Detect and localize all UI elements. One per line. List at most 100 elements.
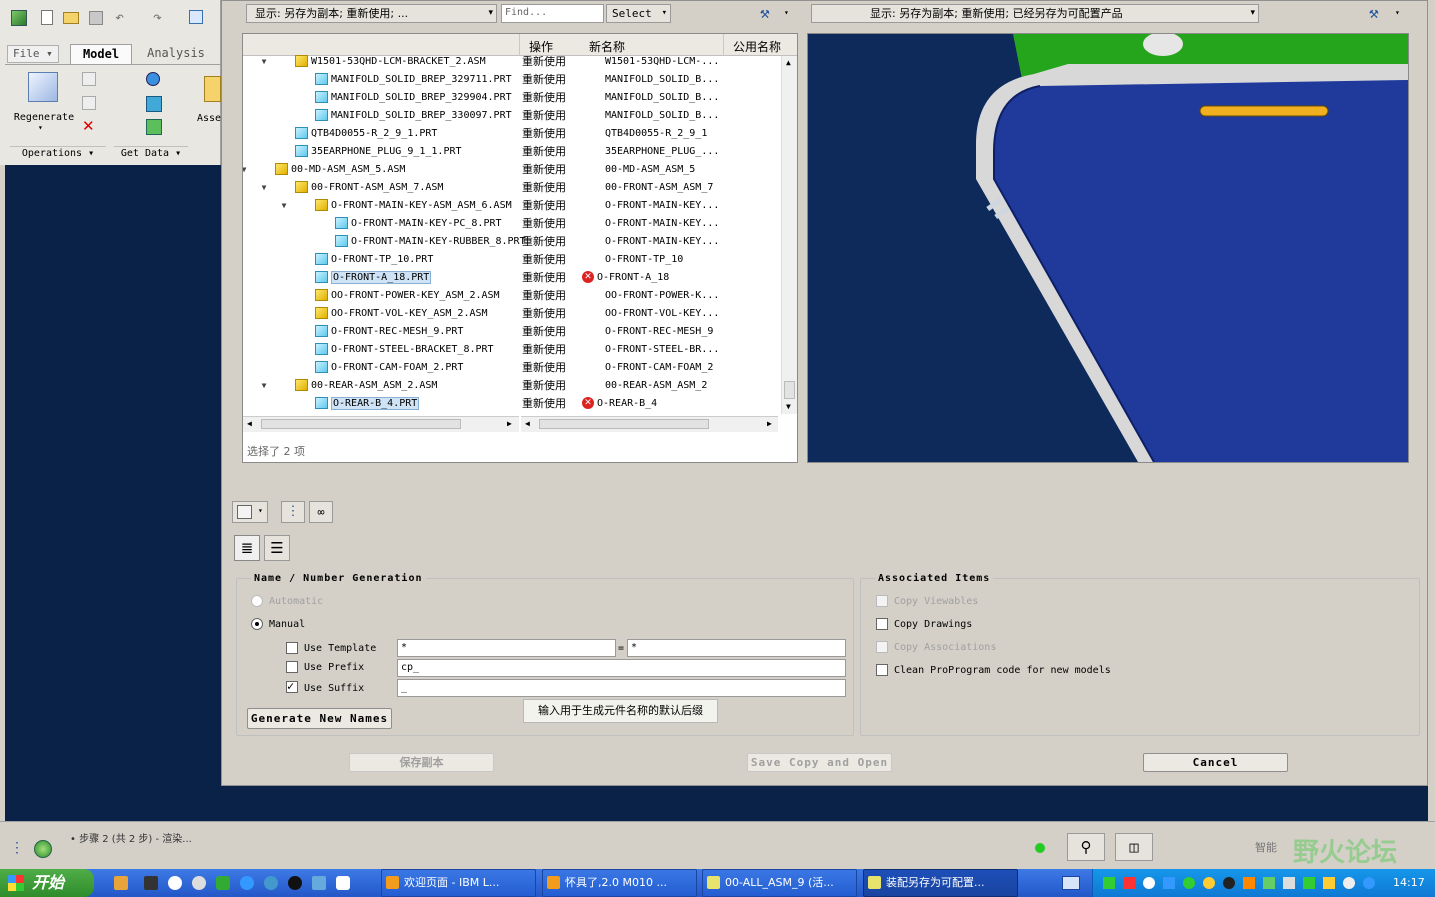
table-row[interactable]: OO-FRONT-POWER-KEY_ASM_2.ASM 重新使用 OO-FRONT… <box>243 287 778 305</box>
quick-launch-icon[interactable] <box>114 876 128 890</box>
tree-item[interactable]: O-FRONT-A_18.PRT <box>315 269 432 287</box>
table-row[interactable]: ▼ O-FRONT-MAIN-KEY-ASM_ASM_6.ASM 重新使用 O-FRO… <box>243 197 778 215</box>
operation-cell[interactable]: 重新使用 <box>522 89 566 107</box>
select-dropdown[interactable]: Select ▾ <box>606 4 671 23</box>
table-row[interactable]: O-FRONT-STEEL-BRACKET_8.PRT 重新使用 O-FRONT-S… <box>243 341 778 359</box>
operation-cell[interactable]: 重新使用 <box>522 323 566 341</box>
ribbon-tab-model[interactable]: Model <box>70 44 132 64</box>
tree-item[interactable]: O-FRONT-CAM-FOAM_2.PRT <box>315 359 463 377</box>
clean-proprogram-checkbox[interactable] <box>876 664 888 676</box>
clean-proprogram-box[interactable] <box>876 664 888 676</box>
table-row[interactable]: MANIFOLD_SOLID_BREP_329711.PRT 重新使用 MANIFO… <box>243 71 778 89</box>
expand-toggle-icon[interactable]: ▼ <box>259 53 269 71</box>
tree-item[interactable]: 35EARPHONE_PLUG_9_1_1.PRT <box>295 143 462 161</box>
table-row[interactable]: O-REAR-B_4.PRT 重新使用 ✕ O-REAR-B_4 <box>243 395 778 413</box>
save-icon[interactable] <box>89 11 103 25</box>
paste-icon[interactable] <box>82 96 96 110</box>
tree-item[interactable]: W1501-53QHD-LCM-BRACKET_2.ASM <box>295 53 486 71</box>
use-prefix-box[interactable] <box>286 661 298 673</box>
tools-icon[interactable]: ⚒ <box>1369 3 1387 23</box>
tree-item[interactable]: O-FRONT-MAIN-KEY-ASM_ASM_6.ASM <box>315 197 512 215</box>
operation-cell[interactable]: 重新使用 <box>522 341 566 359</box>
use-suffix-checkbox[interactable] <box>286 679 298 693</box>
copy-associations-box[interactable] <box>876 641 888 653</box>
quick-launch-icon[interactable] <box>168 876 182 890</box>
tree-view-button[interactable]: ⋮ <box>281 501 305 523</box>
new-name-cell[interactable]: MANIFOLD_SOLID_B... <box>605 71 719 89</box>
operation-cell[interactable]: 重新使用 <box>522 125 566 143</box>
graphics-area[interactable] <box>5 165 221 821</box>
scroll-up-icon[interactable]: ▲ <box>786 58 791 67</box>
scroll-thumb[interactable] <box>784 381 795 399</box>
taskbar-item-creo-asm[interactable]: 00-ALL_ASM_9 (活... <box>702 869 857 897</box>
status-tree-icon[interactable]: ⋮ <box>10 840 24 856</box>
new-name-cell[interactable]: O-FRONT-MAIN-KEY... <box>605 197 719 215</box>
new-name-cell[interactable]: 00-MD-ASM_ASM_5 <box>605 161 695 179</box>
tree-item[interactable]: 00-MD-ASM_ASM_5.ASM <box>275 161 405 179</box>
table-row[interactable]: MANIFOLD_SOLID_BREP_330097.PRT 重新使用 MANIFO… <box>243 107 778 125</box>
scroll-right-icon[interactable]: ▶ <box>767 419 772 428</box>
find-input[interactable]: Find... <box>501 4 604 23</box>
use-suffix-box[interactable] <box>286 679 298 693</box>
table-row[interactable]: QTB4D0055-R_2_9_1.PRT 重新使用 QTB4D0055-R_2_9… <box>243 125 778 143</box>
expand-toggle-icon[interactable]: ▼ <box>279 197 289 215</box>
manual-radio-circle[interactable] <box>251 618 263 630</box>
regen-small-icon[interactable] <box>189 10 203 24</box>
delete-icon[interactable]: ✕ <box>82 117 95 135</box>
quick-launch-icon[interactable] <box>288 876 302 890</box>
tray-icon[interactable] <box>1243 877 1255 889</box>
undo-icon[interactable]: ↶ <box>115 8 124 26</box>
tray-icon[interactable] <box>1223 877 1235 889</box>
columns-horizontal-scrollbar[interactable]: ◀ ▶ <box>521 416 778 432</box>
use-template-box[interactable] <box>286 642 298 654</box>
tray-icon[interactable] <box>1103 877 1115 889</box>
tree-item[interactable]: 00-REAR-ASM_ASM_2.ASM <box>295 377 437 395</box>
table-row[interactable]: O-FRONT-MAIN-KEY-RUBBER_8.PRT 重新使用 O-FRONT… <box>243 233 778 251</box>
graphics-area-bottom[interactable] <box>221 786 1428 821</box>
tree-horizontal-scrollbar[interactable]: ◀ ▶ <box>243 416 519 432</box>
save-copy-and-open-button[interactable]: Save Copy and Open <box>747 753 892 772</box>
operation-cell[interactable]: 重新使用 <box>522 71 566 89</box>
table-row[interactable]: O-FRONT-REC-MESH_9.PRT 重新使用 O-FRONT-REC-ME… <box>243 323 778 341</box>
new-name-cell[interactable]: 00-FRONT-ASM_ASM_7 <box>605 179 713 197</box>
table-row[interactable]: ▼ W1501-53QHD-LCM-BRACKET_2.ASM 重新使用 W1501-… <box>243 53 778 71</box>
tools-icon[interactable]: ⚒ <box>760 3 778 23</box>
tree-item[interactable]: O-FRONT-MAIN-KEY-RUBBER_8.PRT <box>335 233 526 251</box>
operation-cell[interactable]: 重新使用 <box>522 269 566 287</box>
new-name-cell[interactable]: 00-REAR-ASM_ASM_2 <box>605 377 707 395</box>
new-name-cell[interactable]: O-FRONT-STEEL-BR... <box>605 341 719 359</box>
scroll-down-icon[interactable]: ▼ <box>786 402 791 411</box>
quick-launch-icon[interactable] <box>312 876 326 890</box>
tools-dropdown-icon[interactable]: ▾ <box>784 8 789 17</box>
cancel-button[interactable]: Cancel <box>1143 753 1288 772</box>
tray-icon[interactable] <box>1283 877 1295 889</box>
table-row[interactable]: OO-FRONT-VOL-KEY_ASM_2.ASM 重新使用 OO-FRONT-V… <box>243 305 778 323</box>
ribbon-tab-file[interactable]: File ▾ <box>7 45 59 63</box>
new-name-cell[interactable]: OO-FRONT-POWER-K... <box>605 287 719 305</box>
operation-cell[interactable]: 重新使用 <box>522 179 566 197</box>
table-row[interactable]: ▼ 00-MD-ASM_ASM_5.ASM 重新使用 00-MD-ASM_ASM_5 <box>243 161 778 179</box>
tree-vertical-scrollbar[interactable]: ▲ ▼ <box>781 56 797 414</box>
operation-cell[interactable]: 重新使用 <box>522 233 566 251</box>
table-row[interactable]: O-FRONT-CAM-FOAM_2.PRT 重新使用 O-FRONT-CAM-FO… <box>243 359 778 377</box>
user-defined-feature-icon[interactable] <box>146 72 160 86</box>
use-prefix-checkbox[interactable] <box>286 661 298 673</box>
taskbar-item-forum[interactable]: 怀具了,2.0 M010 ... <box>542 869 697 897</box>
table-row[interactable]: O-FRONT-MAIN-KEY-PC_8.PRT 重新使用 O-FRONT-MAI… <box>243 215 778 233</box>
tree-item[interactable]: O-FRONT-REC-MESH_9.PRT <box>315 323 463 341</box>
tray-icon[interactable] <box>1343 877 1355 889</box>
expand-toggle-icon[interactable]: ▼ <box>259 179 269 197</box>
smart-filter-label[interactable]: 智能 <box>1255 839 1277 855</box>
new-name-cell[interactable]: W1501-53QHD-LCM-... <box>605 53 719 71</box>
taskbar-item-welcome[interactable]: 欢迎页面 - IBM L... <box>381 869 536 897</box>
tray-icon[interactable] <box>1323 877 1335 889</box>
tree-item[interactable]: MANIFOLD_SOLID_BREP_329711.PRT <box>315 71 512 89</box>
quick-launch-icon[interactable] <box>264 876 278 890</box>
table-row[interactable]: 35EARPHONE_PLUG_9_1_1.PRT 重新使用 35EARPHONE_… <box>243 143 778 161</box>
new-name-cell[interactable]: O-FRONT-CAM-FOAM_2 <box>605 359 713 377</box>
open-icon[interactable] <box>63 12 79 24</box>
use-template-checkbox[interactable] <box>286 642 298 654</box>
table-row[interactable]: ▼ 00-REAR-ASM_ASM_2.ASM 重新使用 00-REAR-ASM_AS… <box>243 377 778 395</box>
tools-dropdown-icon[interactable]: ▾ <box>1395 8 1400 17</box>
copy-drawings-checkbox[interactable] <box>876 618 888 630</box>
